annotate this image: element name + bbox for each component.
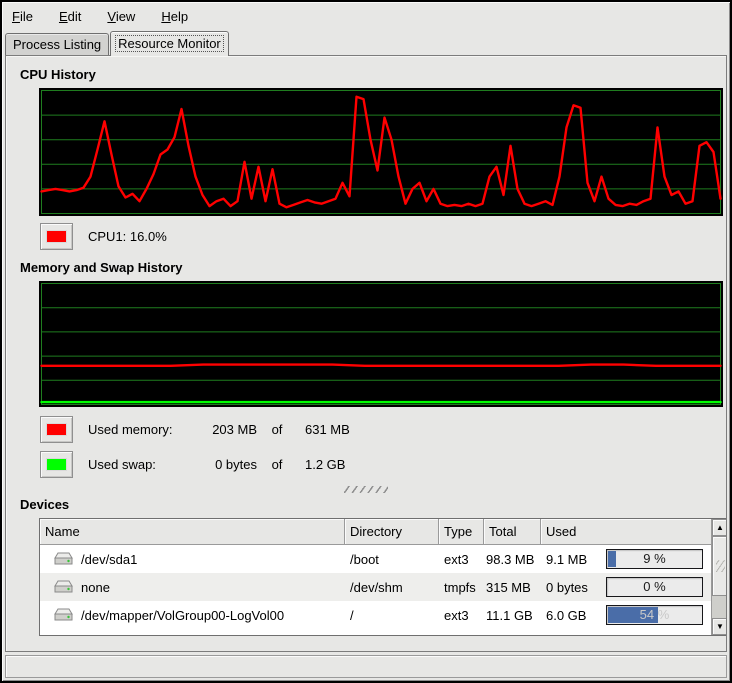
memory-swap-graph (39, 281, 723, 407)
devices-table-header: Name Directory Type Total Used (40, 519, 711, 545)
table-row[interactable]: none /dev/shm tmpfs 315 MB 0 bytes 0 % 0… (40, 573, 711, 601)
swap-of-label: of (257, 457, 297, 472)
resource-monitor-page: CPU History CPU1: 16.0% Memory and Swap … (5, 55, 727, 652)
swap-legend-label: Used swap: (88, 457, 185, 472)
swap-total-value: 1.2 GB (297, 457, 714, 472)
scrollbar-grip-icon (716, 560, 725, 572)
scrollbar-trough[interactable] (712, 596, 727, 618)
device-total: 11.1 GB (486, 608, 533, 623)
device-name: /dev/sda1 (81, 552, 137, 567)
usage-percent-label: 9 % (607, 551, 702, 566)
column-header-total[interactable]: Total (484, 519, 541, 545)
swap-legend-row: Used swap: 0 bytes of 1.2 GB (40, 451, 714, 478)
disk-icon (54, 580, 73, 594)
device-usage-progressbar: 0 % 0 % (606, 577, 703, 597)
menu-bar: File Edit View Help (2, 2, 730, 29)
memory-legend-label: Used memory: (88, 422, 185, 437)
usage-percent-label: 0 % (607, 579, 702, 594)
status-bar (5, 655, 727, 678)
scrollbar-thumb[interactable] (712, 536, 727, 596)
device-used: 6.0 GB (546, 608, 586, 623)
column-header-type[interactable]: Type (439, 519, 484, 545)
device-usage-progressbar: 9 % 9 % (606, 549, 703, 569)
menu-help[interactable]: Help (161, 9, 188, 24)
cpu-legend-label: CPU1: 16.0% (88, 229, 167, 244)
device-total: 98.3 MB (486, 552, 534, 567)
swap-color-button[interactable] (40, 451, 73, 478)
disk-icon (54, 608, 73, 622)
swap-color-swatch (46, 458, 67, 471)
menu-file[interactable]: File (12, 9, 33, 24)
tab-resource-monitor[interactable]: Resource Monitor (110, 31, 229, 56)
cpu-history-title: CPU History (20, 67, 714, 82)
scroll-up-button[interactable]: ▲ (712, 519, 727, 536)
memory-legend-row: Used memory: 203 MB of 631 MB (40, 416, 714, 443)
devices-table: Name Directory Type Total Used /dev/sd (39, 518, 727, 636)
tab-resource-monitor-label: Resource Monitor (116, 36, 223, 51)
device-total: 315 MB (486, 580, 531, 595)
column-header-name[interactable]: Name (40, 519, 345, 545)
tab-process-listing-label: Process Listing (13, 37, 101, 52)
column-header-directory[interactable]: Directory (345, 519, 439, 545)
devices-tree: Name Directory Type Total Used /dev/sd (40, 519, 711, 635)
menu-edit[interactable]: Edit (59, 9, 81, 24)
arrow-up-icon: ▲ (716, 523, 724, 532)
arrow-down-icon: ▼ (716, 622, 724, 631)
tab-strip: Process Listing Resource Monitor (2, 29, 730, 55)
pane-resize-handle[interactable] (344, 486, 388, 493)
disk-icon (54, 552, 73, 566)
device-name: none (81, 580, 110, 595)
scroll-down-button[interactable]: ▼ (712, 618, 727, 635)
menu-view[interactable]: View (107, 9, 135, 24)
device-directory: / (350, 608, 354, 623)
memory-used-value: 203 MB (185, 422, 257, 437)
cpu-legend: CPU1: 16.0% (40, 223, 714, 250)
tab-process-listing[interactable]: Process Listing (5, 33, 109, 55)
memory-total-value: 631 MB (297, 422, 714, 437)
cpu-color-swatch (46, 230, 67, 243)
table-row[interactable]: /dev/sda1 /boot ext3 98.3 MB 9.1 MB 9 % … (40, 545, 711, 573)
cpu-color-button[interactable] (40, 223, 73, 250)
devices-title: Devices (20, 497, 714, 512)
device-directory: /boot (350, 552, 379, 567)
system-monitor-window: File Edit View Help Process Listing Reso… (0, 0, 732, 683)
column-header-used[interactable]: Used (541, 519, 711, 545)
vertical-scrollbar[interactable]: ▲ ▼ (711, 519, 727, 635)
device-usage-progressbar: 54 % 54 % (606, 605, 703, 625)
device-name: /dev/mapper/VolGroup00-LogVol00 (81, 608, 284, 623)
memory-of-label: of (257, 422, 297, 437)
device-directory: /dev/shm (350, 580, 403, 595)
swap-used-value: 0 bytes (185, 457, 257, 472)
device-used: 0 bytes (546, 580, 588, 595)
memory-color-swatch (46, 423, 67, 436)
table-row[interactable]: /dev/mapper/VolGroup00-LogVol00 / ext3 1… (40, 601, 711, 629)
device-type: tmpfs (444, 580, 476, 595)
device-type: ext3 (444, 552, 469, 567)
device-type: ext3 (444, 608, 469, 623)
memory-history-title: Memory and Swap History (20, 260, 714, 275)
cpu-history-graph (39, 88, 723, 216)
device-used: 9.1 MB (546, 552, 587, 567)
memory-color-button[interactable] (40, 416, 73, 443)
